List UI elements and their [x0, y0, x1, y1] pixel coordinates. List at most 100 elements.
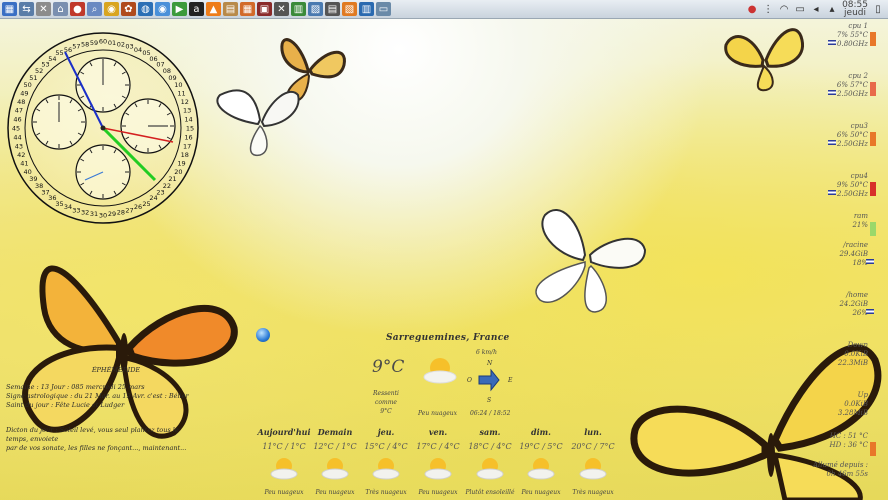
panel-clock[interactable]: 08:55 jeudi: [842, 1, 868, 18]
clock-number: 33: [72, 206, 80, 214]
racine-block-flag: [866, 259, 874, 264]
cpu-1-block: cpu 1 7% 55°C 0.80GHz: [837, 22, 868, 49]
clock-number: 57: [72, 43, 80, 51]
chrome-icon[interactable]: ◉: [104, 2, 119, 16]
clock-number: 55: [55, 49, 63, 57]
writer-icon[interactable]: ▥: [359, 2, 374, 16]
ephemeris-saint: Saint du jour : Fête Lucie et Ludger: [6, 401, 125, 409]
clock-number: 31: [90, 210, 98, 218]
clock-number: 01: [108, 39, 116, 47]
ephemeris-dicton-cont: par de vos sonate, les filles ne fonçant…: [6, 444, 187, 452]
weather-feels-value: 9°C: [380, 408, 392, 415]
home-size: 24.2GiB: [839, 300, 868, 308]
launcher-bar: ▦ ⇆ ✕ ⌂ ● ⌕ ◉ ✿ ◍ ◉ ▶ a ▲ ▤ ▦ ▣ ✕ ▥ ▨ ▤ ▧ ▥ ▭: [0, 2, 391, 16]
up-block: Up 0.0KiB 3.28MiB: [838, 391, 868, 418]
ram-block-bar: [870, 222, 876, 236]
cpu-2-block-bar: [870, 82, 876, 96]
clock-number: 19: [177, 159, 185, 167]
forecast-day: Aujourd'hui: [257, 427, 311, 437]
network-icon[interactable]: ⋮: [762, 3, 774, 15]
cpu-4-block-flag: [828, 190, 836, 195]
search-icon[interactable]: ⌕: [87, 2, 102, 16]
forecast-temps: 17°C / 4°C: [416, 442, 460, 451]
vlc-icon[interactable]: ▲: [206, 2, 221, 16]
cpu-usage: 7% 55°C: [836, 31, 868, 39]
clock-number: 17: [183, 142, 191, 150]
kde-menu-icon[interactable]: ▦: [2, 2, 17, 16]
ephemeris-dicton: Dicton du jour : Soleil levé, vous seul …: [6, 426, 179, 443]
forecast-weather-icon: [579, 458, 607, 480]
temps-block: HC : 51 °C HD : 36 °C: [829, 432, 868, 450]
film-icon[interactable]: ▤: [325, 2, 340, 16]
forecast-weather-icon: [270, 458, 298, 480]
calculator-icon[interactable]: ▦: [240, 2, 255, 16]
wifi-icon[interactable]: ◠: [778, 3, 790, 15]
clock-number: 11: [177, 90, 185, 98]
uptime-label: Allumé depuis :: [812, 461, 868, 469]
battery-icon[interactable]: ▭: [794, 3, 806, 15]
system-settings-icon[interactable]: ⇆: [19, 2, 34, 16]
clock-number: 25: [142, 200, 150, 208]
butterfly-white-top: [216, 89, 300, 156]
home-folder-icon[interactable]: ⌂: [53, 2, 68, 16]
presentation-icon[interactable]: ▧: [342, 2, 357, 16]
globe-icon[interactable]: [256, 328, 270, 342]
ram-block: ram 21%: [852, 212, 868, 230]
clock-number: 03: [125, 43, 133, 51]
up-total: 3.28MiB: [837, 409, 868, 417]
partly-cloudy-icon: [423, 358, 457, 384]
archive-icon[interactable]: ▤: [223, 2, 238, 16]
forecast-weather-icon: [372, 458, 400, 480]
forecast-day: dim.: [531, 427, 551, 437]
trash-icon[interactable]: ▯: [872, 3, 884, 15]
clock-number: 14: [184, 116, 192, 124]
system-tray: ● ⋮ ◠ ▭ ◂ ▴ 08:55 jeudi ▯: [746, 0, 888, 18]
game-icon[interactable]: ✕: [274, 2, 289, 16]
ephemeris-week: Semaine : 13 Jour : 085 mercredi 25 mars: [6, 383, 145, 391]
cpu-3-block-bar: [870, 132, 876, 146]
cpu-1-block-bar: [870, 32, 876, 46]
cpu-3-block: cpu3 6% 50°C 2.50GHz: [837, 122, 868, 149]
arrow-up-icon[interactable]: ▴: [826, 3, 838, 15]
volume-icon[interactable]: ◂: [810, 3, 822, 15]
clock-widget: 60 01 02 03 04 050607080910111213141516171819…: [7, 32, 199, 224]
clock-number: 47: [15, 107, 23, 115]
down-block: Down 0.0KiB 22.3MiB: [838, 341, 868, 368]
terminal-icon[interactable]: ▭: [376, 2, 391, 16]
clock-number: 28: [117, 209, 125, 217]
music-player-icon[interactable]: ●: [70, 2, 85, 16]
weather-condition: Peu nuageux: [418, 410, 458, 417]
forecast-weather-icon: [321, 458, 349, 480]
cpu-2-block-flag: [828, 90, 836, 95]
racine-block: /racine 29.4GiB 18%: [839, 241, 868, 268]
chromium-icon[interactable]: ◉: [155, 2, 170, 16]
weather-sunrise-sunset: 06:24 / 18:52: [470, 410, 511, 417]
clock-center-pin: [100, 125, 106, 131]
wind-west: O: [467, 377, 472, 384]
play-icon[interactable]: ▶: [172, 2, 187, 16]
clock-number: 13: [183, 107, 191, 115]
home-block-flag: [866, 309, 874, 314]
clock-number: 32: [81, 209, 89, 217]
firefox-icon[interactable]: ◍: [138, 2, 153, 16]
cpu-2-block: cpu 2 6% 57°C 2.50GHz: [837, 72, 868, 99]
media-icon[interactable]: ✿: [121, 2, 136, 16]
book-icon[interactable]: ▣: [257, 2, 272, 16]
weather-wind: 6 km/h: [476, 349, 497, 356]
image-viewer-icon[interactable]: ▨: [308, 2, 323, 16]
spreadsheet-icon[interactable]: ▥: [291, 2, 306, 16]
notification-icon[interactable]: ●: [746, 3, 758, 15]
clock-number: 16: [184, 133, 192, 141]
clock-number: 34: [64, 203, 72, 211]
cpu-usage: 9% 50°C: [836, 181, 868, 189]
clock-number: 40: [24, 168, 32, 176]
forecast-condition: Très nuageux: [572, 489, 614, 496]
temps-block-bar: [870, 442, 876, 456]
down-total: 22.3MiB: [837, 359, 868, 367]
clock-number: 02: [117, 40, 125, 48]
tools-icon[interactable]: ✕: [36, 2, 51, 16]
cpu-label: cpu 2: [848, 72, 868, 80]
ephemeris-title: ÉPHÉMÉRIDE: [91, 366, 141, 374]
aptana-icon[interactable]: a: [189, 2, 204, 16]
up-label: Up: [857, 391, 868, 399]
